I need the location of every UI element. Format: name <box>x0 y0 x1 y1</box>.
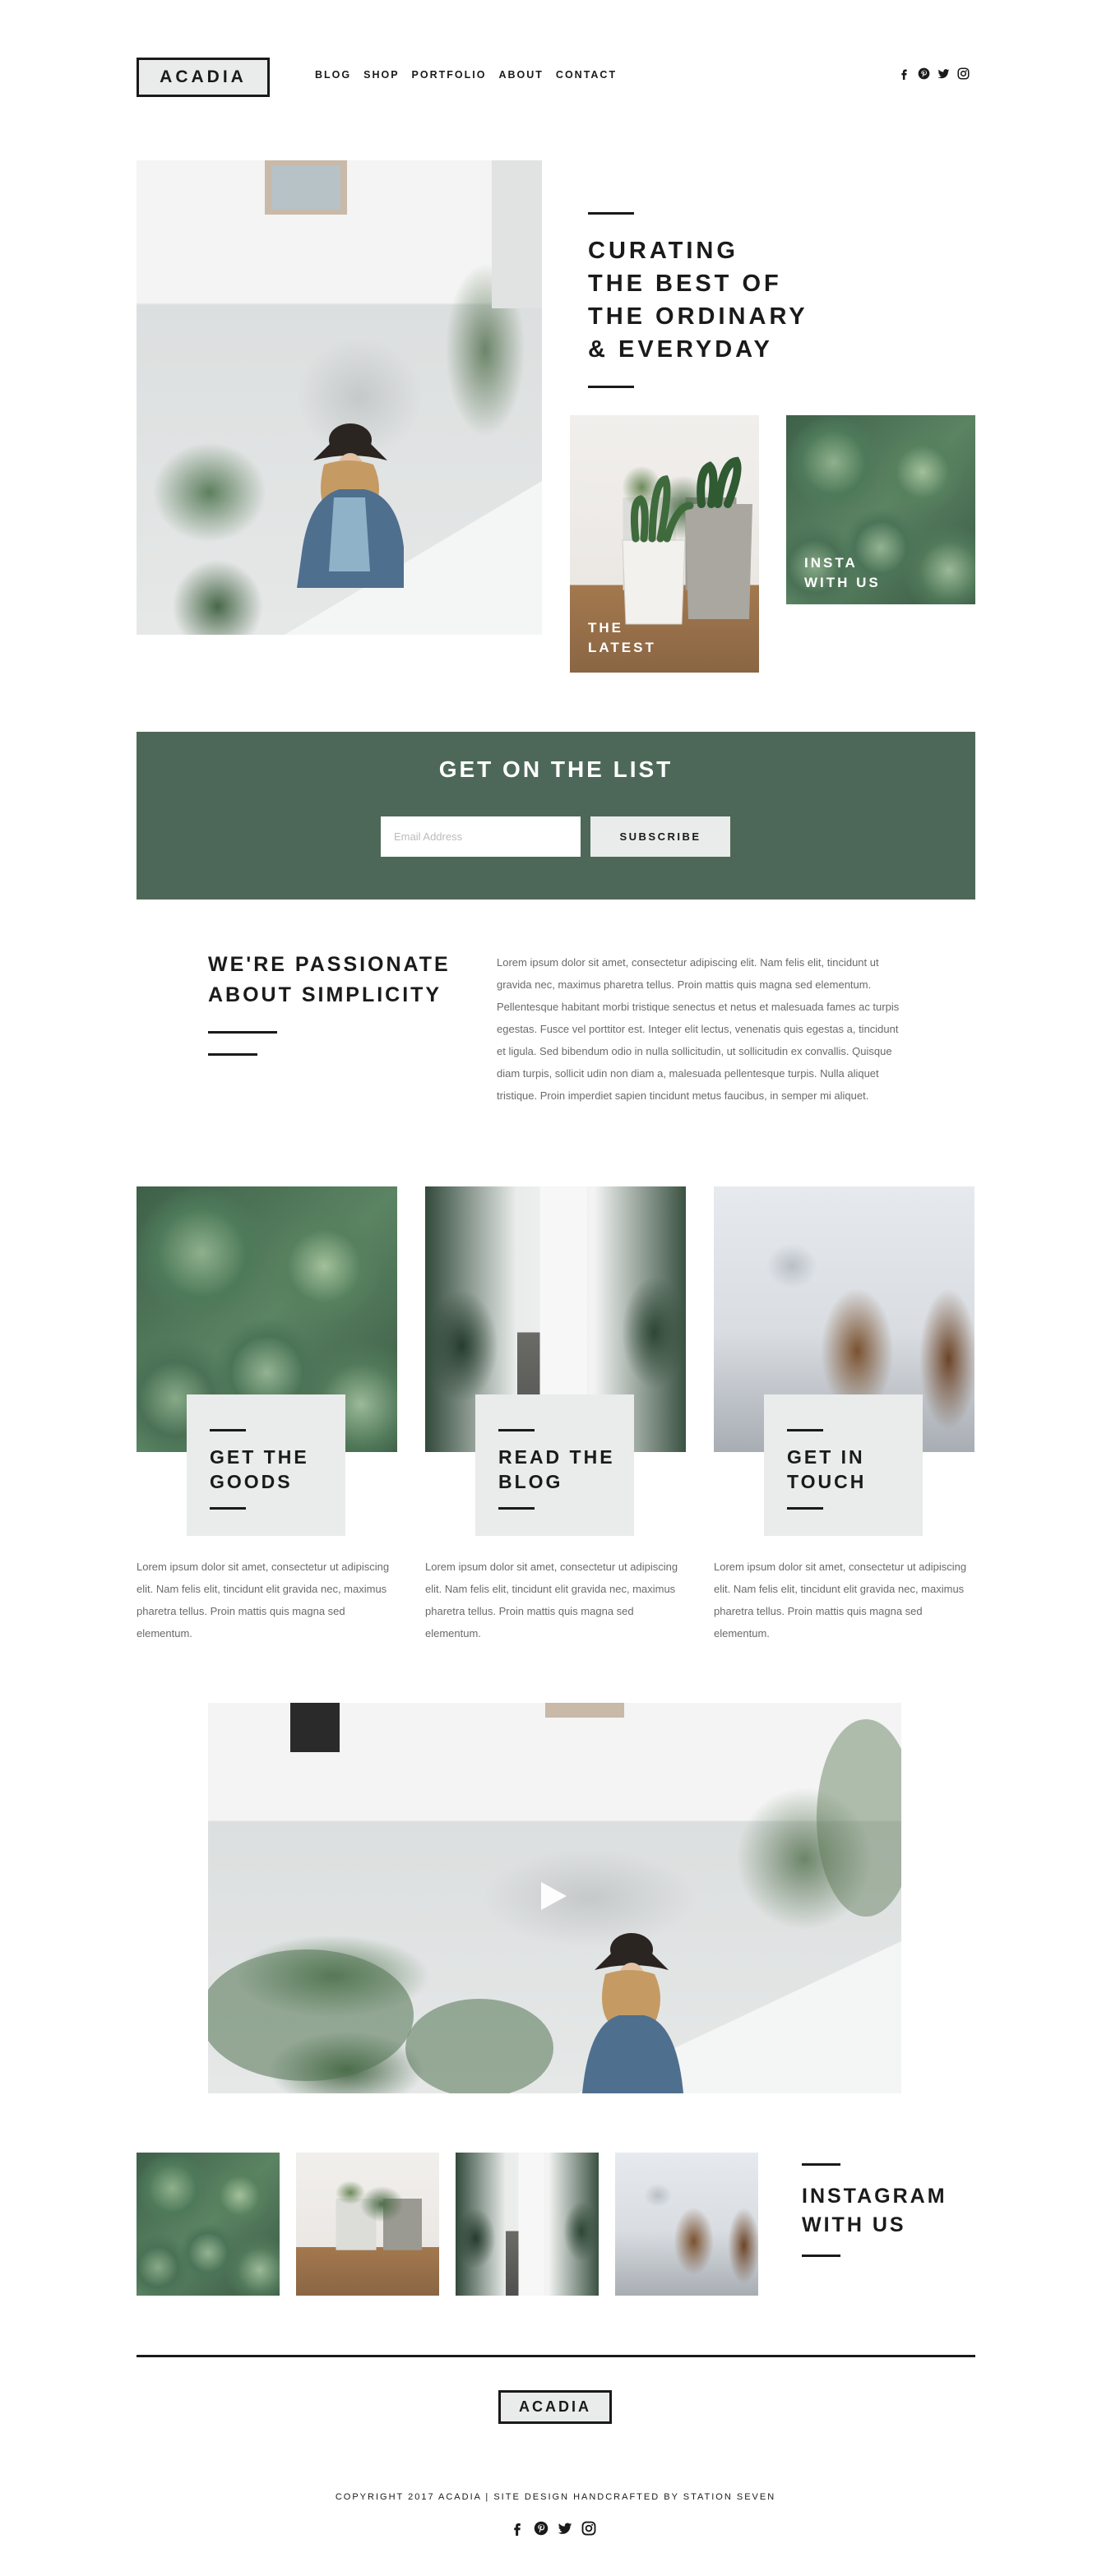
hero-photo <box>137 160 542 635</box>
instagram-icon[interactable] <box>581 2521 596 2536</box>
feature-title: GET THE GOODS <box>210 1445 345 1494</box>
video-player[interactable] <box>208 1703 901 2093</box>
feature-title-line: TOUCH <box>787 1471 867 1492</box>
about-title-line: WE'RE PASSIONATE <box>208 953 451 976</box>
instagram-title: INSTAGRAM WITH US <box>802 2182 966 2240</box>
pinterest-icon[interactable] <box>918 67 930 80</box>
feature-rule <box>210 1429 246 1431</box>
hero-rule-bottom <box>588 386 634 388</box>
feature-body: Lorem ipsum dolor sit amet, consectetur … <box>714 1561 967 1639</box>
about-rule <box>208 1031 277 1034</box>
footer-social-links <box>510 2521 596 2536</box>
newsletter-title: GET ON THE LIST <box>438 756 674 782</box>
email-input[interactable] <box>381 816 581 857</box>
feature-title-line: GET IN <box>787 1446 865 1468</box>
twitter-icon[interactable] <box>937 67 950 80</box>
footer-divider <box>137 2355 975 2357</box>
hero-title-line: CURATING <box>588 238 738 264</box>
feature-title-line: READ THE <box>498 1446 615 1468</box>
feature-rule <box>498 1507 535 1510</box>
header-social-links <box>898 67 970 80</box>
about-rule <box>208 1053 257 1056</box>
feature-rule <box>498 1429 535 1431</box>
instagram-photo[interactable] <box>137 2153 280 2296</box>
site-logo[interactable]: ACADIA <box>137 58 270 97</box>
instagram-rule <box>802 2163 840 2166</box>
hero-title-line: & EVERYDAY <box>588 336 773 363</box>
instagram-rule <box>802 2255 840 2257</box>
hero-title-line: THE BEST OF <box>588 271 782 297</box>
tile-the-latest[interactable]: THE LATEST <box>570 415 759 673</box>
newsletter-signup: GET ON THE LIST SUBSCRIBE <box>137 732 975 900</box>
feature-title: READ THE BLOG <box>498 1445 634 1494</box>
copyright-text: COPYRIGHT 2017 ACADIA | SITE DESIGN HAND… <box>335 2492 776 2502</box>
nav-portfolio[interactable]: PORTFOLIO <box>412 69 487 81</box>
feature-title-line: GET THE <box>210 1446 309 1468</box>
twitter-icon[interactable] <box>558 2521 572 2536</box>
tile-label-line: THE <box>588 620 623 636</box>
hero-rule-top <box>588 212 634 215</box>
feature-rule <box>787 1507 823 1510</box>
feature-body: Lorem ipsum dolor sit amet, consectetur … <box>425 1561 678 1639</box>
feature-title-line: BLOG <box>498 1471 563 1492</box>
hero-title: CURATING THE BEST OF THE ORDINARY & EVER… <box>588 234 835 366</box>
instagram-icon[interactable] <box>957 67 970 80</box>
subscribe-button[interactable]: SUBSCRIBE <box>590 816 730 857</box>
instagram-photo[interactable] <box>456 2153 599 2296</box>
tile-the-latest-label: THE LATEST <box>588 618 656 658</box>
tile-label-line: INSTA <box>804 555 858 571</box>
facebook-icon[interactable] <box>510 2521 525 2536</box>
instagram-heading: INSTAGRAM WITH US <box>802 2163 966 2257</box>
hero-heading: CURATING THE BEST OF THE ORDINARY & EVER… <box>588 212 835 388</box>
footer-logo[interactable]: ACADIA <box>498 2390 612 2424</box>
tile-label-line: WITH US <box>804 575 881 590</box>
main-nav: BLOG SHOP PORTFOLIO ABOUT CONTACT <box>315 69 617 81</box>
feature-label-box: GET THE GOODS <box>187 1394 345 1536</box>
instagram-title-line: WITH US <box>802 2213 906 2236</box>
feature-rule <box>210 1507 246 1510</box>
play-icon[interactable] <box>541 1882 567 1910</box>
instagram-title-line: INSTAGRAM <box>802 2185 947 2208</box>
hero-title-line: THE ORDINARY <box>588 303 808 330</box>
pinterest-icon[interactable] <box>534 2521 549 2536</box>
feature-label-box: GET IN TOUCH <box>764 1394 923 1536</box>
about-body: Lorem ipsum dolor sit amet, consectetur … <box>497 956 900 1102</box>
nav-shop[interactable]: SHOP <box>363 69 399 81</box>
feature-rule <box>787 1429 823 1431</box>
tile-insta-with-us[interactable]: INSTA WITH US <box>786 415 975 604</box>
facebook-icon[interactable] <box>898 67 910 80</box>
feature-title: GET IN TOUCH <box>787 1445 923 1494</box>
instagram-photo[interactable] <box>296 2153 439 2296</box>
nav-contact[interactable]: CONTACT <box>556 69 617 81</box>
feature-body: Lorem ipsum dolor sit amet, consectetur … <box>137 1561 390 1639</box>
tile-insta-label: INSTA WITH US <box>804 553 881 593</box>
about-title: WE'RE PASSIONATE ABOUT SIMPLICITY <box>208 950 451 1011</box>
nav-about[interactable]: ABOUT <box>498 69 543 81</box>
feature-label-box: READ THE BLOG <box>475 1394 634 1536</box>
feature-title-line: GOODS <box>210 1471 293 1492</box>
instagram-photo[interactable] <box>615 2153 758 2296</box>
nav-blog[interactable]: BLOG <box>315 69 351 81</box>
tile-label-line: LATEST <box>588 640 656 655</box>
about-title-line: ABOUT SIMPLICITY <box>208 983 442 1006</box>
hero-photo-illustration <box>265 160 542 635</box>
